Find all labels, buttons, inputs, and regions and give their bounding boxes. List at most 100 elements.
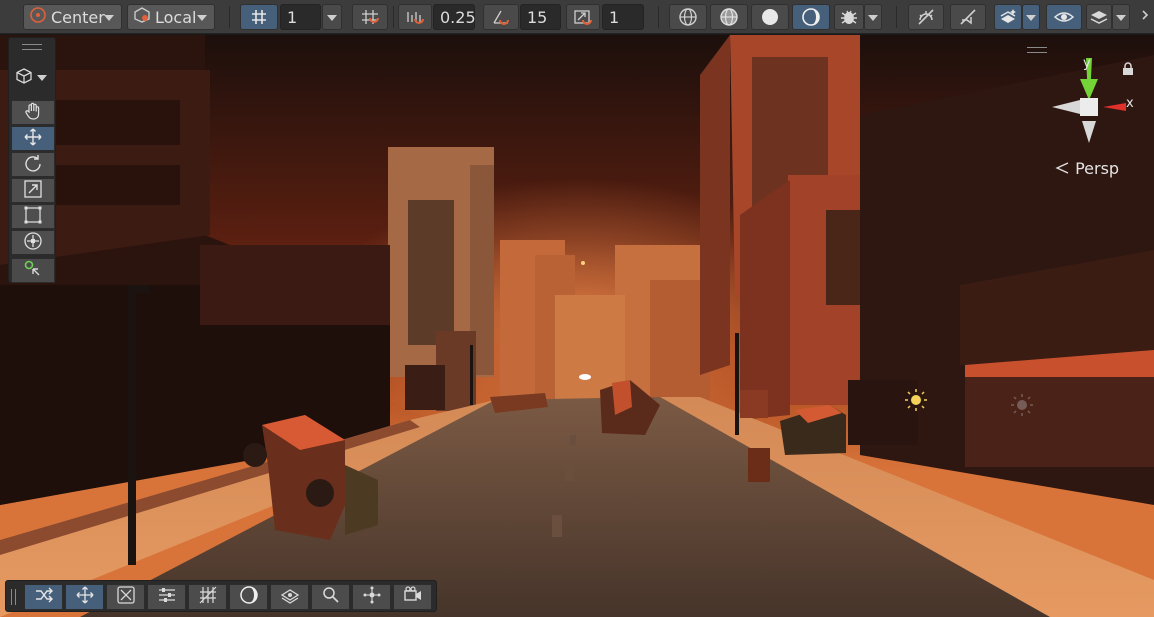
- transform-tool-button[interactable]: [11, 230, 55, 255]
- tool-context-dropdown[interactable]: [15, 68, 51, 88]
- transform-tool-icon: [23, 231, 43, 255]
- overlay-drag-handle[interactable]: [11, 589, 16, 605]
- chevron-down-icon: [197, 15, 207, 21]
- debug-draw-button[interactable]: [834, 4, 864, 30]
- grid-snap-button[interactable]: [352, 4, 388, 30]
- chevron-down-icon: [1116, 15, 1126, 21]
- gizmo-neg-z-axis[interactable]: [1082, 121, 1096, 143]
- increment-snap-field[interactable]: 0.25: [433, 4, 476, 30]
- scene-viewport[interactable]: [0, 35, 1154, 617]
- projection-label: Persp: [1075, 159, 1120, 178]
- cube-icon: [15, 67, 33, 89]
- overlay-layers-button[interactable]: [270, 584, 309, 610]
- hand-tool-icon: [23, 101, 43, 125]
- scale-snap-field[interactable]: 1: [602, 4, 644, 30]
- shading-lit-icon: [801, 7, 821, 27]
- grid-icon: [250, 8, 268, 26]
- overlay-align-button[interactable]: [147, 584, 186, 610]
- overlay-grid-button[interactable]: [188, 584, 227, 610]
- chevron-down-icon: [327, 15, 337, 21]
- search-icon: [321, 585, 341, 609]
- align-icon: [157, 585, 177, 609]
- toggle-icon: [34, 586, 54, 608]
- custom-tool-button[interactable]: [11, 258, 55, 283]
- gizmo-center-cube[interactable]: [1080, 98, 1098, 116]
- effects-icon: [998, 7, 1018, 27]
- shaded-wireframe-mode-button[interactable]: [710, 4, 748, 30]
- effects-dropdown[interactable]: [1022, 4, 1040, 30]
- rotation-snap-field[interactable]: 15: [520, 4, 561, 30]
- layers-dropdown[interactable]: [1112, 4, 1130, 30]
- gizmo-neg-x-axis[interactable]: [1052, 100, 1080, 114]
- shading-icon: [239, 585, 259, 609]
- wireframe-mode-button[interactable]: [669, 4, 707, 30]
- rotation-snap-button[interactable]: [483, 4, 519, 30]
- custom-tool-icon: [23, 259, 43, 283]
- shading-shaded-icon: [760, 7, 780, 27]
- visibility-icon: [1054, 7, 1074, 27]
- pivot-mode-label: Center: [51, 7, 105, 27]
- overlay-toolbar: [5, 580, 437, 612]
- overlay-search-button[interactable]: [311, 584, 350, 610]
- toolbar-divider: [393, 6, 394, 28]
- grid-toggle-button[interactable]: [240, 4, 278, 30]
- hand-tool-button[interactable]: [11, 100, 55, 125]
- navigate-icon: [116, 585, 136, 609]
- rect-tool-button[interactable]: [11, 204, 55, 229]
- layers-icon: [280, 585, 300, 609]
- gizmo-x-axis[interactable]: [1103, 103, 1126, 111]
- increment-snap-button[interactable]: [398, 4, 432, 30]
- chevron-right-icon: [1140, 8, 1150, 26]
- scale-snap-button[interactable]: [566, 4, 600, 30]
- overlay-navigate-button[interactable]: [106, 584, 145, 610]
- scale-tool-button[interactable]: [11, 178, 55, 203]
- debug-draw-icon: [839, 7, 859, 27]
- scale-snap-icon: [573, 8, 593, 26]
- debug-draw-dropdown[interactable]: [864, 4, 882, 30]
- pivot-center-icon: [29, 6, 47, 28]
- lit-mode-button[interactable]: [792, 4, 830, 30]
- chevron-down-icon: [37, 75, 47, 81]
- grid-icon: [198, 585, 218, 609]
- overlay-camera-button[interactable]: [393, 584, 432, 610]
- pivot-mode-dropdown[interactable]: Center: [23, 4, 122, 30]
- tool-palette: [8, 37, 56, 283]
- panel-drag-handle[interactable]: [1027, 47, 1047, 53]
- lighting-toggle-icon: [916, 7, 936, 27]
- rotate-tool-icon: [23, 153, 43, 177]
- shaded-mode-button[interactable]: [751, 4, 789, 30]
- effects-toggle-button[interactable]: [994, 4, 1022, 30]
- chevron-down-icon: [1026, 15, 1036, 21]
- rotate-tool-button[interactable]: [11, 152, 55, 177]
- pivot-rotation-dropdown[interactable]: Local: [127, 4, 215, 30]
- toolbar-divider: [229, 6, 230, 28]
- pivot-icon: [362, 585, 382, 609]
- projection-toggle[interactable]: Persp: [1055, 159, 1119, 178]
- scene-toolbar: Center Local 1 0.25 15 1: [0, 0, 1154, 34]
- rect-tool-icon: [23, 205, 43, 229]
- chevron-down-icon: [104, 15, 114, 21]
- overlay-shading-button[interactable]: [229, 584, 268, 610]
- overlay-toggle-button[interactable]: [24, 584, 63, 610]
- overlay-move-button[interactable]: [65, 584, 104, 610]
- scale-tool-icon: [23, 179, 43, 203]
- audio-toggle-button[interactable]: [950, 4, 986, 30]
- lighting-toggle-button[interactable]: [908, 4, 944, 30]
- layers-button[interactable]: [1086, 4, 1112, 30]
- grid-size-field[interactable]: 1: [280, 4, 321, 30]
- toolbar-divider: [658, 6, 659, 28]
- pivot-rotation-label: Local: [155, 7, 197, 27]
- palette-drag-handle[interactable]: [22, 44, 42, 50]
- audio-toggle-icon: [958, 7, 978, 27]
- local-rotation-icon: [133, 6, 151, 28]
- gizmo-x-label: x: [1126, 96, 1134, 111]
- overlay-pivot-button[interactable]: [352, 584, 391, 610]
- grid-snap-icon: [360, 8, 380, 26]
- chevron-down-icon: [868, 15, 878, 21]
- move-icon: [75, 585, 95, 609]
- grid-options-dropdown[interactable]: [322, 4, 342, 30]
- move-tool-button[interactable]: [11, 126, 55, 151]
- camera-icon: [403, 585, 423, 609]
- visibility-toggle-button[interactable]: [1046, 4, 1082, 30]
- toolbar-overflow-button[interactable]: [1140, 4, 1154, 30]
